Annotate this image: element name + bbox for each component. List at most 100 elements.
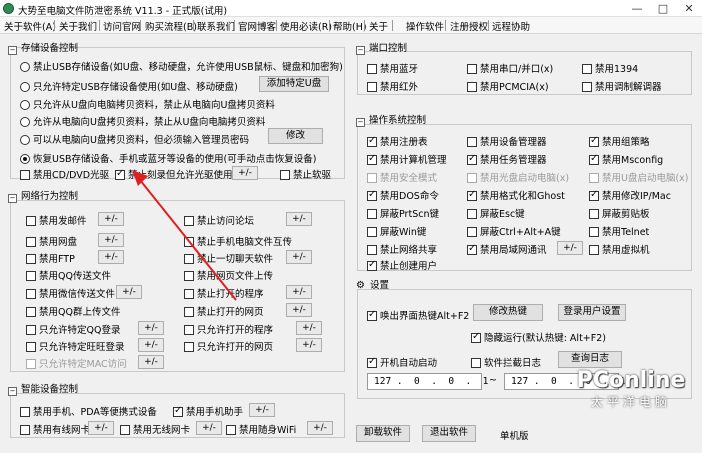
radio-specific-usb[interactable]: 只允许特定USB存储设备使用(如U盘、移动硬盘): [20, 79, 238, 93]
checkbox-bluetooth[interactable]: 禁用蓝牙: [367, 61, 418, 75]
forum-plusminus-button[interactable]: +/-: [286, 212, 312, 226]
modify-hotkey-button[interactable]: 修改热键: [473, 304, 543, 321]
checkbox-autostart[interactable]: 开机自动启动: [367, 355, 437, 369]
checkbox-burn-only[interactable]: 禁止刻录但允许光驱使用: [115, 167, 233, 181]
checkbox-hotkey[interactable]: 唤出界面热键Alt+F2: [367, 308, 469, 322]
uninstall-button[interactable]: 卸载软件: [356, 425, 410, 442]
checkbox-pcmcia[interactable]: 禁用PCMCIA(x): [467, 79, 549, 93]
checkbox-portable-device[interactable]: 禁用手机、PDA等便携式设备: [20, 404, 157, 418]
checkbox-clipboard[interactable]: 屏蔽剪贴板: [589, 206, 650, 220]
menu-blog[interactable]: 官网博客: [238, 19, 276, 33]
checkbox-cd-dvd[interactable]: 禁用CD/DVD光驱: [20, 167, 109, 181]
checkbox-specific-wangwang[interactable]: 只允许特定旺旺登录: [26, 339, 125, 353]
checkbox-computer-management[interactable]: 禁用计算机管理: [367, 152, 447, 166]
allow-webpage-plusminus-button[interactable]: +/-: [296, 338, 322, 352]
allow-program-plusminus-button[interactable]: +/-: [296, 321, 322, 335]
checkbox-safe-mode[interactable]: 禁用安全模式: [367, 170, 437, 184]
checkbox-email[interactable]: 禁用发邮件: [26, 213, 87, 227]
checkbox-format-ghost[interactable]: 禁用格式化和Ghost: [467, 188, 565, 202]
checkbox-lan-comm[interactable]: 禁用局域网通讯: [467, 242, 547, 256]
maximize-button[interactable]: □: [650, 0, 676, 17]
radio-pc-to-usb[interactable]: 允许从电脑向U盘拷贝资料，禁止从U盘向电脑拷贝资料: [20, 114, 265, 128]
checkbox-create-user[interactable]: 禁止创建用户: [367, 258, 437, 272]
checkbox-web-upload[interactable]: 禁用网页文件上传: [184, 268, 273, 282]
wireless-nic-plusminus-button[interactable]: +/-: [196, 421, 222, 435]
mac-plusminus-button[interactable]: +/-: [138, 355, 164, 369]
checkbox-registry[interactable]: 禁用注册表: [367, 134, 428, 148]
checkbox-win-key[interactable]: 屏蔽Win键: [367, 224, 426, 238]
collapse-icon[interactable]: −: [8, 46, 17, 55]
checkbox-wired-nic[interactable]: 禁用有线网卡: [20, 422, 90, 436]
menu-about-us[interactable]: 关于我们: [59, 19, 97, 33]
block-webpage-plusminus-button[interactable]: +/-: [286, 303, 312, 317]
checkbox-block-program[interactable]: 禁止打开的程序: [184, 286, 264, 300]
checkbox-task-manager[interactable]: 禁用任务管理器: [467, 152, 547, 166]
ftp-plusminus-button[interactable]: +/-: [98, 250, 124, 264]
radio-restore-usb[interactable]: 恢复USB存储设备、手机或蓝牙等设备的使用(可手动点击恢复设备): [20, 151, 316, 165]
checkbox-modem[interactable]: 禁用调制解调器: [582, 79, 662, 93]
checkbox-phone-transfer[interactable]: 禁止手机电脑文件互传: [184, 234, 292, 248]
checkbox-dos[interactable]: 禁用DOS命令: [367, 188, 439, 202]
radio-usb-to-pc[interactable]: 只允许从U盘向电脑拷贝资料，禁止从电脑向U盘拷贝资料: [20, 97, 275, 111]
email-plusminus-button[interactable]: +/-: [98, 212, 124, 226]
burn-plusminus-button[interactable]: +/-: [232, 166, 258, 180]
checkbox-esc[interactable]: 屏蔽Esc键: [467, 206, 525, 220]
checkbox-specific-qq[interactable]: 只允许特定QQ登录: [26, 322, 120, 336]
close-button[interactable]: ✕: [676, 0, 702, 17]
checkbox-infrared[interactable]: 禁用红外: [367, 79, 418, 93]
checkbox-chat-software[interactable]: 禁止一切聊天软件: [184, 251, 273, 265]
checkbox-ip-mac[interactable]: 禁用修改IP/Mac: [589, 188, 671, 202]
collapse-icon[interactable]: −: [8, 194, 17, 203]
qq-plusminus-button[interactable]: +/-: [138, 321, 164, 335]
add-usb-button[interactable]: 添加特定U盘: [259, 76, 329, 92]
checkbox-wechat-file[interactable]: 禁用微信传送文件: [26, 286, 115, 300]
chat-plusminus-button[interactable]: +/-: [286, 250, 312, 264]
checkbox-ctrl-alt-a[interactable]: 屏蔽Ctrl+Alt+A键: [467, 224, 561, 238]
exit-button[interactable]: 退出软件: [422, 425, 476, 442]
menu-purchase[interactable]: 购买流程(B): [145, 19, 197, 33]
netdisk-plusminus-button[interactable]: +/-: [98, 233, 124, 247]
checkbox-telnet[interactable]: 禁用Telnet: [589, 224, 649, 238]
lan-plusminus-button[interactable]: +/-: [557, 241, 583, 255]
query-log-button[interactable]: 查询日志: [558, 351, 622, 368]
checkbox-floppy[interactable]: 禁止软驱: [280, 167, 331, 181]
menu-must-read[interactable]: 使用必读(R): [280, 19, 332, 33]
wired-nic-plusminus-button[interactable]: +/-: [88, 421, 114, 435]
checkbox-qq-file[interactable]: 禁用QQ传送文件: [26, 268, 111, 282]
collapse-icon[interactable]: −: [356, 118, 365, 127]
menu-register[interactable]: 注册授权: [450, 19, 488, 33]
ip-start-input[interactable]: 127 . 0 . 0 . 1: [367, 373, 488, 390]
checkbox-qq-group-upload[interactable]: 禁用QQ群上传文件: [26, 304, 120, 318]
menu-operate[interactable]: 操作软件: [406, 19, 444, 33]
portable-wifi-plusminus-button[interactable]: +/-: [307, 421, 333, 435]
checkbox-vm[interactable]: 禁用虚拟机: [589, 242, 650, 256]
login-settings-button[interactable]: 登录用户设置: [558, 304, 626, 321]
menu-contact[interactable]: 联系我们: [197, 19, 235, 33]
menu-about-software[interactable]: 关于软件(A): [4, 19, 56, 33]
checkbox-ftp[interactable]: 禁用FTP: [26, 251, 75, 265]
checkbox-network-share[interactable]: 禁止网络共享: [367, 242, 437, 256]
checkbox-portable-wifi[interactable]: 禁用随身WiFi: [226, 422, 296, 436]
checkbox-forum[interactable]: 禁止访问论坛: [184, 213, 254, 227]
radio-password-copy[interactable]: 可以从电脑向U盘拷贝资料，但必须输入管理员密码: [20, 132, 249, 146]
phone-assistant-plusminus-button[interactable]: +/-: [249, 403, 275, 417]
checkbox-1394[interactable]: 禁用1394: [582, 61, 638, 75]
checkbox-netdisk[interactable]: 禁用网盘: [26, 234, 77, 248]
checkbox-block-webpage[interactable]: 禁止打开的网页: [184, 304, 264, 318]
minimize-button[interactable]: —: [624, 0, 650, 17]
block-program-plusminus-button[interactable]: +/-: [286, 285, 312, 299]
checkbox-specific-mac[interactable]: 只允许特定MAC访问: [26, 356, 127, 370]
wangwang-plusminus-button[interactable]: +/-: [138, 338, 164, 352]
checkbox-group-policy[interactable]: 禁用组策略: [589, 134, 650, 148]
collapse-icon[interactable]: −: [356, 46, 365, 55]
menu-about[interactable]: 关于: [369, 19, 388, 33]
checkbox-serial-parallel[interactable]: 禁用串口/并口(x): [467, 61, 553, 75]
checkbox-prtscn[interactable]: 屏蔽PrtScn键: [367, 206, 439, 220]
checkbox-wireless-nic[interactable]: 禁用无线网卡: [120, 422, 190, 436]
checkbox-usb-boot[interactable]: 禁用U盘启动电脑(x): [589, 170, 689, 184]
collapse-icon[interactable]: −: [8, 387, 17, 396]
menu-help[interactable]: 帮助(H): [333, 19, 367, 33]
modify-password-button[interactable]: 修改: [268, 128, 323, 144]
checkbox-cd-boot[interactable]: 禁用光盘启动电脑(x): [467, 170, 569, 184]
radio-block-usb[interactable]: 禁止USB存储设备(如U盘、移动硬盘，允许使用USB鼠标、键盘和加密狗): [20, 59, 343, 73]
